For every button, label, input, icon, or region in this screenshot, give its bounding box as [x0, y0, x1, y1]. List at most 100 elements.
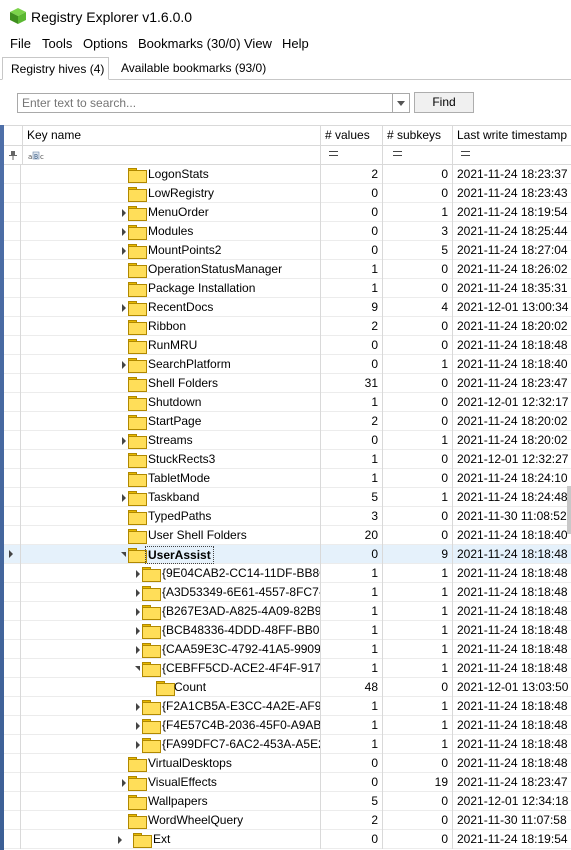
table-row[interactable]: Shutdown 1 0 2021-12-01 12:32:17 [4, 393, 571, 412]
table-row[interactable]: User Shell Folders 20 0 2021-11-24 18:18:40 [4, 526, 571, 545]
expand-arrow-icon[interactable] [136, 570, 140, 578]
table-row[interactable]: Package Installation 1 0 2021-11-24 18:35:3… [4, 279, 571, 298]
expand-arrow-icon[interactable] [122, 779, 126, 787]
table-row[interactable]: Wallpapers 5 0 2021-12-01 12:34:18 [4, 792, 571, 811]
filter-subkeys[interactable] [382, 146, 452, 165]
expand-arrow-icon[interactable] [122, 228, 126, 236]
table-row[interactable]: WordWheelQuery 2 0 2021-11-30 11:07:58 [4, 811, 571, 830]
table-row[interactable]: UserAssist 0 9 2021-11-24 18:18:48 [4, 545, 571, 564]
key-name-cell[interactable]: User Shell Folders [22, 526, 320, 545]
expand-arrow-icon[interactable] [122, 437, 126, 445]
table-row[interactable]: Count 48 0 2021-12-01 13:03:50 [4, 678, 571, 697]
table-row[interactable]: StuckRects3 1 0 2021-12-01 12:32:27 [4, 450, 571, 469]
expand-arrow-icon[interactable] [136, 608, 140, 616]
menu-help[interactable]: Help [282, 36, 309, 52]
table-row[interactable]: Taskband 5 1 2021-11-24 18:24:48 [4, 488, 571, 507]
find-button[interactable]: Find [414, 92, 474, 113]
column-header-timestamp[interactable]: Last write timestamp [452, 126, 571, 146]
scrollbar-thumb[interactable] [567, 486, 571, 534]
table-row[interactable]: {F2A1CB5A-E3CC-4A2E-AF9D...112021-11-24 … [4, 697, 571, 716]
key-name-cell[interactable]: TypedPaths [22, 507, 320, 526]
menu-view[interactable]: View [244, 36, 272, 52]
filter-values[interactable] [320, 146, 382, 165]
table-row[interactable]: {BCB48336-4DDD-48FF-BB0B-...112021-11-24… [4, 621, 571, 640]
table-row[interactable]: Ribbon 2 0 2021-11-24 18:20:02 [4, 317, 571, 336]
table-row[interactable]: Shell Folders 31 0 2021-11-24 18:23:47 [4, 374, 571, 393]
table-row[interactable]: SearchPlatform 0 1 2021-11-24 18:18:40 [4, 355, 571, 374]
search-input[interactable] [17, 93, 393, 113]
expand-arrow-icon[interactable] [118, 836, 122, 844]
key-name-cell[interactable]: VisualEffects [22, 773, 320, 792]
table-row[interactable]: Modules 0 3 2021-11-24 18:25:44 [4, 222, 571, 241]
menu-tools[interactable]: Tools [42, 36, 72, 52]
table-row[interactable]: OperationStatusManager 1 0 2021-11-24 18:26… [4, 260, 571, 279]
search-history-dropdown[interactable] [392, 93, 410, 113]
table-row[interactable]: {9E04CAB2-CC14-11DF-BB8C...112021-11-24 … [4, 564, 571, 583]
filter-timestamp[interactable] [452, 146, 571, 165]
table-row[interactable]: MenuOrder 0 1 2021-11-24 18:19:54 [4, 203, 571, 222]
table-row[interactable]: StartPage 2 0 2021-11-24 18:20:02 [4, 412, 571, 431]
expand-arrow-icon[interactable] [122, 247, 126, 255]
filter-key-name[interactable]: a B c [22, 146, 320, 165]
expand-arrow-icon[interactable] [136, 589, 140, 597]
key-name-cell[interactable]: StartPage [22, 412, 320, 431]
table-row[interactable]: RecentDocs 9 4 2021-12-01 13:00:34 [4, 298, 571, 317]
table-row[interactable]: LowRegistry 0 0 2021-11-24 18:23:43 [4, 184, 571, 203]
column-header-values[interactable]: # values [320, 126, 382, 146]
key-name-cell[interactable]: Taskband [22, 488, 320, 507]
key-name-cell[interactable]: Wallpapers [22, 792, 320, 811]
key-name-cell[interactable]: VirtualDesktops [22, 754, 320, 773]
key-name-cell[interactable]: Shell Folders [22, 374, 320, 393]
menu-options[interactable]: Options [83, 36, 128, 52]
table-row[interactable]: Ext 0 0 2021-11-24 18:19:54 [4, 830, 571, 849]
expand-arrow-icon[interactable] [136, 627, 140, 635]
expand-arrow-icon[interactable] [136, 703, 140, 711]
expand-arrow-icon[interactable] [136, 741, 140, 749]
table-row[interactable]: RunMRU 0 0 2021-11-24 18:18:48 [4, 336, 571, 355]
key-name-cell[interactable]: {F2A1CB5A-E3CC-4A2E-AF9D... [22, 697, 320, 716]
table-row[interactable]: MountPoints2 0 5 2021-11-24 18:27:04 [4, 241, 571, 260]
key-name-cell[interactable]: Ribbon [22, 317, 320, 336]
key-name-cell[interactable]: MountPoints2 [22, 241, 320, 260]
table-row[interactable]: VirtualDesktops 0 0 2021-11-24 18:18:48 [4, 754, 571, 773]
table-row[interactable]: {A3D53349-6E61-4557-8FC7-... 1 1 2021-11-24… [4, 583, 571, 602]
expand-arrow-icon[interactable] [122, 361, 126, 369]
key-name-cell[interactable]: OperationStatusManager [22, 260, 320, 279]
key-name-cell[interactable]: StuckRects3 [22, 450, 320, 469]
key-name-cell[interactable]: {FA99DFC7-6AC2-453A-A5E2... [22, 735, 320, 754]
tab-registry-hives[interactable]: Registry hives (4) [2, 57, 109, 80]
key-name-cell[interactable]: WordWheelQuery [22, 811, 320, 830]
key-name-cell[interactable]: SearchPlatform [22, 355, 320, 374]
collapse-arrow-icon[interactable] [121, 552, 126, 557]
key-name-cell[interactable]: TabletMode [22, 469, 320, 488]
key-name-cell[interactable]: {BCB48336-4DDD-48FF-BB0B-... [22, 621, 320, 640]
key-name-cell[interactable]: RecentDocs [22, 298, 320, 317]
column-header-subkeys[interactable]: # subkeys [382, 126, 452, 146]
key-name-cell[interactable]: Count [22, 678, 320, 697]
table-row[interactable]: {CAA59E3C-4792-41A5-9909... 1 1 2021-11-24 … [4, 640, 571, 659]
key-name-cell[interactable]: {CAA59E3C-4792-41A5-9909... [22, 640, 320, 659]
table-row[interactable]: LogonStats 2 0 2021-11-24 18:23:37 [4, 165, 571, 184]
table-row[interactable]: TabletMode 1 0 2021-11-24 18:24:10 [4, 469, 571, 488]
key-name-cell[interactable]: Modules [22, 222, 320, 241]
table-row[interactable]: Streams 0 1 2021-11-24 18:20:02 [4, 431, 571, 450]
key-name-cell[interactable]: LowRegistry [22, 184, 320, 203]
menu-bookmarks[interactable]: Bookmarks (30/0) [138, 36, 241, 52]
table-row[interactable]: TypedPaths 3 0 2021-11-30 11:08:52 [4, 507, 571, 526]
key-name-cell[interactable]: Package Installation [22, 279, 320, 298]
key-name-cell[interactable]: {CEBFF5CD-ACE2-4F4F-9178... [22, 659, 320, 678]
key-name-cell[interactable]: {F4E57C4B-2036-45F0-A9AB-... [22, 716, 320, 735]
key-name-cell[interactable]: {A3D53349-6E61-4557-8FC7-... [22, 583, 320, 602]
expand-arrow-icon[interactable] [122, 494, 126, 502]
table-row[interactable]: {F4E57C4B-2036-45F0-A9AB-... 1 1 2021-11-24… [4, 716, 571, 735]
collapse-arrow-icon[interactable] [135, 666, 140, 671]
key-name-cell[interactable]: Shutdown [22, 393, 320, 412]
key-name-cell[interactable]: Streams [22, 431, 320, 450]
menu-file[interactable]: File [10, 36, 31, 52]
key-name-cell[interactable]: MenuOrder [22, 203, 320, 222]
tab-available-bookmarks[interactable]: Available bookmarks (93/0) [113, 57, 274, 80]
key-name-cell[interactable]: RunMRU [22, 336, 320, 355]
key-name-cell[interactable]: UserAssist [22, 545, 320, 564]
table-row[interactable]: VisualEffects 0 19 2021-11-24 18:23:47 [4, 773, 571, 792]
key-name-cell[interactable]: Ext [22, 830, 320, 849]
